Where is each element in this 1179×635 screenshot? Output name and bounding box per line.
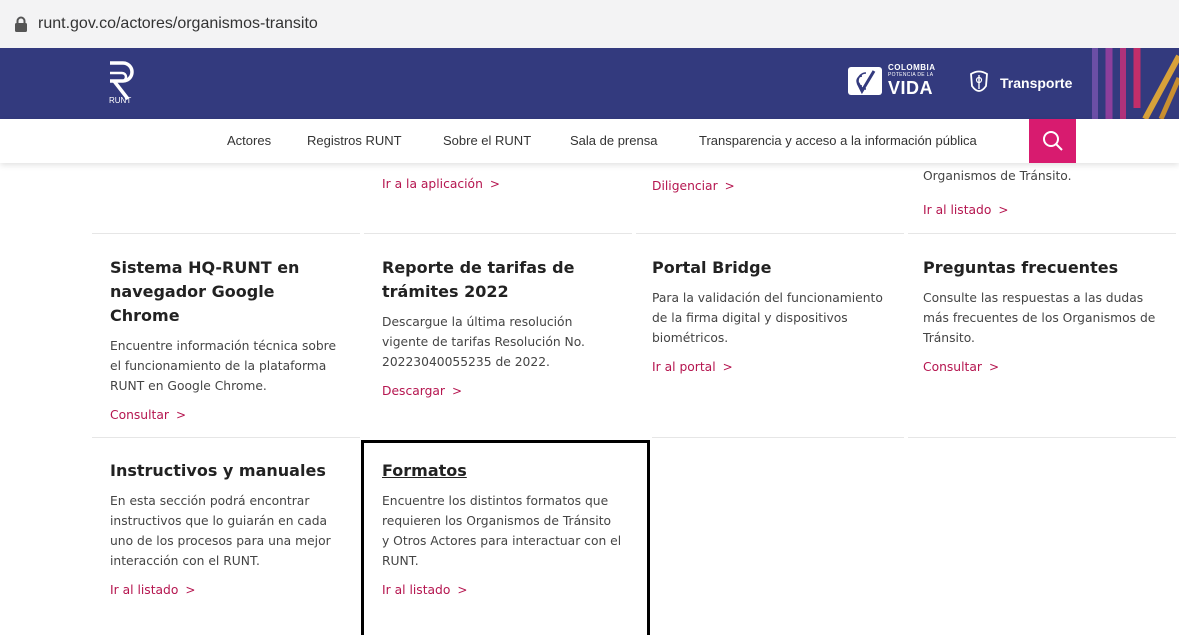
colombia-potencia-vida-logo[interactable]: COLOMBIA POTENCIA DE LA VIDA [848,64,936,97]
content-area: Ir a la aplicación > Diligenciar > Organis… [0,163,1179,635]
descargar-link[interactable]: Descargar > [382,384,462,398]
colombia-text: COLOMBIA [888,63,936,72]
nav-transparencia[interactable]: Transparencia y acceso a la información … [699,133,977,148]
divider [364,233,632,234]
card-description: En esta sección podrá encontrar instruct… [110,494,331,568]
card-instructivos-manuales: Instructivos y manuales En esta sección … [110,459,350,598]
runt-logo-text: RUNT [109,96,132,105]
diligenciar-link[interactable]: Diligenciar > [652,179,735,193]
site-header: RUNT COLOMBIA POTENCIA DE LA VIDA Transp… [0,48,1179,119]
card-hq-runt: Sistema HQ-RUNT en navegador Google Chro… [110,256,345,423]
chevron-right-icon: > [489,177,500,191]
url-text[interactable]: runt.gov.co/actores/organismos-transito [38,15,318,33]
card-reporte-tarifas: Reporte de tarifas de trámites 2022 Desc… [382,256,622,399]
ir-al-listado-link[interactable]: Ir al listado > [382,583,467,597]
vida-text: VIDA [888,78,934,98]
ir-a-la-aplicacion-link[interactable]: Ir a la aplicación > [382,177,500,191]
address-bar[interactable]: runt.gov.co/actores/organismos-transito [0,0,1179,48]
divider [908,233,1176,234]
divider [652,437,904,438]
consultar-link[interactable]: Consultar > [923,360,999,374]
nav-sobre-el-runt[interactable]: Sobre el RUNT [443,133,531,148]
ir-al-listado-link-top[interactable]: Ir al listado > [923,203,1008,217]
card-title[interactable]: Preguntas frecuentes [923,256,1168,280]
lock-icon [15,16,27,32]
chevron-right-icon: > [185,583,196,597]
main-navigation: Actores Registros RUNT Sobre el RUNT Sal… [0,119,1179,163]
card-formatos: Formatos Encuentre los distintos formato… [382,459,622,598]
chevron-right-icon: > [988,360,999,374]
nav-sala-de-prensa[interactable]: Sala de prensa [570,133,657,148]
partial-card-text: Organismos de Tránsito. [923,169,1072,183]
card-title[interactable]: Instructivos y manuales [110,459,350,483]
card-description: Para la validación del funcionamiento de… [652,291,883,345]
chevron-right-icon: > [451,384,463,398]
colombia-wave-icon [848,66,882,95]
search-icon [1042,131,1063,151]
card-description: Descargue la última resolución vigente d… [382,315,585,369]
chevron-right-icon: > [722,360,733,374]
coat-of-arms-icon [970,70,988,92]
card-title[interactable]: Sistema HQ-RUNT en navegador Google Chro… [110,256,345,328]
divider [92,437,360,438]
consultar-link[interactable]: Consultar > [110,408,186,422]
ministry-name: Transporte [1000,75,1073,91]
decorative-stripes [1092,48,1179,119]
search-button[interactable] [1029,119,1076,163]
chevron-right-icon: > [175,408,186,422]
card-title[interactable]: Formatos [382,459,622,483]
divider [908,437,1176,438]
card-description: Encuentre los distintos formatos que req… [382,494,622,568]
card-description: Encuentre información técnica sobre el f… [110,339,337,393]
ir-al-listado-link[interactable]: Ir al listado > [110,583,195,597]
ir-al-portal-link[interactable]: Ir al portal > [652,360,733,374]
nav-registros-runt[interactable]: Registros RUNT [307,133,402,148]
chevron-right-icon: > [457,583,468,597]
card-description: Consulte las respuestas a las dudas más … [923,291,1156,345]
card-title[interactable]: Portal Bridge [652,256,902,280]
card-title[interactable]: Reporte de tarifas de trámites 2022 [382,256,622,304]
card-preguntas-frecuentes: Preguntas frecuentes Consulte las respue… [923,256,1168,375]
divider [636,233,904,234]
nav-actores[interactable]: Actores [227,133,271,148]
ministry-transporte-logo[interactable]: Transporte [968,70,1072,96]
chevron-right-icon: > [998,203,1009,217]
divider [92,233,360,234]
card-portal-bridge: Portal Bridge Para la validación del fun… [652,256,902,375]
chevron-right-icon: > [724,179,735,193]
